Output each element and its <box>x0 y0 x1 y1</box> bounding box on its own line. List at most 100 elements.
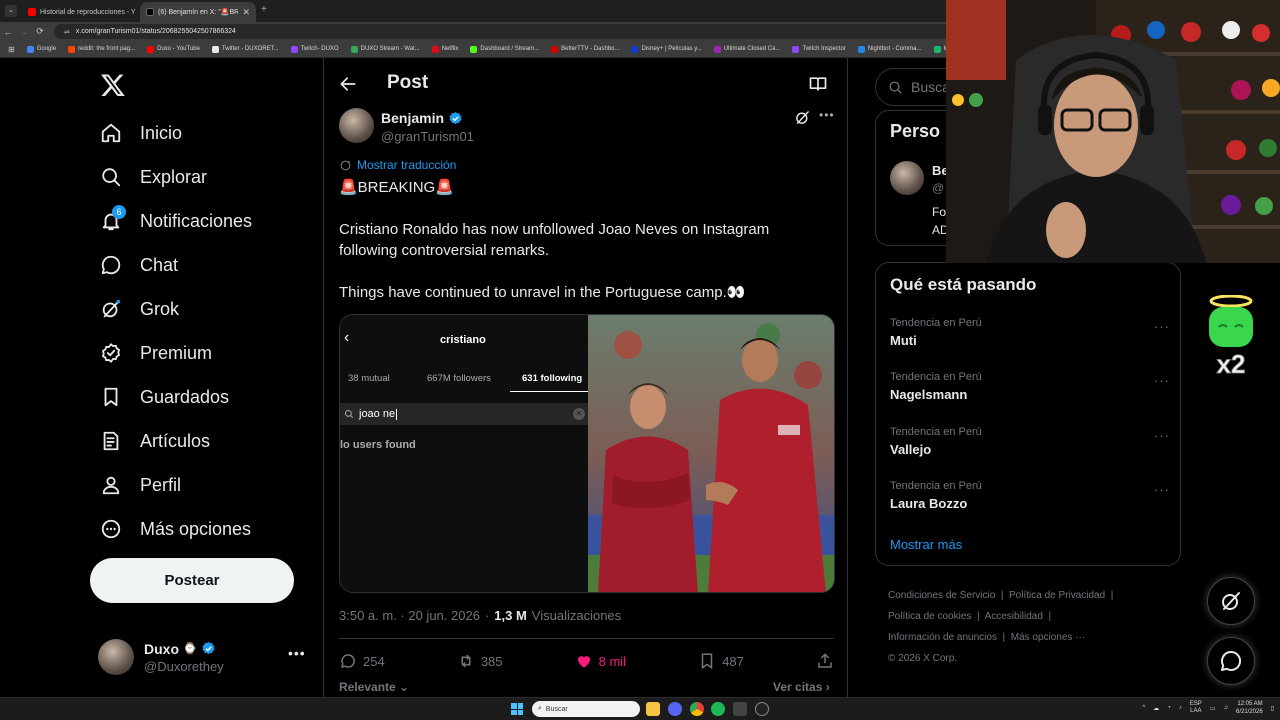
nav-item-explorar[interactable]: Explorar <box>88 157 207 197</box>
site-info-icon[interactable]: ⇌ <box>64 28 70 36</box>
nav-item-premium[interactable]: Premium <box>88 333 212 373</box>
trend-more-icon[interactable]: ··· <box>1154 373 1170 388</box>
author-name[interactable]: Benjamin <box>381 110 444 126</box>
chat-icon <box>101 255 121 275</box>
wifi-icon[interactable]: ◔ <box>1167 705 1171 711</box>
bookmark-item[interactable]: Twitch Inspector <box>792 45 846 53</box>
bookmark-item[interactable]: reddit: the front pag... <box>68 45 135 53</box>
back-arrow-icon[interactable] <box>338 74 358 94</box>
trend-more-icon[interactable]: ··· <box>1154 482 1170 497</box>
nav-item-mas-opciones[interactable]: Más opciones <box>88 509 251 549</box>
chrome-icon[interactable] <box>690 702 704 716</box>
trend-item[interactable]: Tendencia en Perú Muti ··· <box>890 317 1170 348</box>
insta-username: cristiano <box>440 334 486 346</box>
nav-item-articulos[interactable]: Artículos <box>88 421 210 461</box>
back-icon[interactable]: ← <box>0 27 16 37</box>
nav-item-guardados[interactable]: Guardados <box>88 377 229 417</box>
tab-youtube-history[interactable]: Historial de reproducciones - Y ✕ <box>22 2 140 22</box>
bookmark-item[interactable]: BetterTTV - Dashbo... <box>551 45 619 53</box>
reader-icon[interactable] <box>808 74 828 94</box>
repost-button[interactable]: 385 <box>457 652 503 670</box>
bookmark-favicon-icon <box>857 45 865 53</box>
reply-button[interactable]: 254 <box>339 652 385 670</box>
footer-links: Condiciones de Servicio | Política de Pr… <box>888 590 1114 664</box>
app-icon[interactable] <box>733 702 747 716</box>
share-icon[interactable] <box>816 652 834 670</box>
tab-x-post[interactable]: (6) Benjamín en X: "🚨BREAKING ✕ <box>140 2 256 22</box>
bookmark-item[interactable]: DUXO Stream - Wat... <box>350 45 420 53</box>
post-button[interactable]: Postear <box>90 558 294 603</box>
volume-icon[interactable]: ♪ <box>1179 705 1182 711</box>
footer-terms[interactable]: Condiciones de Servicio <box>888 590 995 601</box>
clock[interactable]: 12:05 AM 6/21/2026 <box>1236 700 1263 716</box>
search-icon <box>344 409 354 419</box>
trend-more-icon[interactable]: ··· <box>1154 428 1170 443</box>
display-icon[interactable]: ▭ <box>1210 705 1216 712</box>
grok-icon[interactable] <box>794 109 811 126</box>
language-indicator[interactable]: ESP LAA <box>1190 701 1202 715</box>
footer-accessibility[interactable]: Accesibilidad <box>985 611 1043 622</box>
nav-item-notificaciones[interactable]: 6 Notificaciones <box>88 201 252 241</box>
trend-more-icon[interactable]: ··· <box>1154 319 1170 334</box>
author-avatar[interactable] <box>339 108 374 143</box>
account-switcher[interactable]: Duxo ⌚ @Duxorethey ••• <box>98 635 313 679</box>
nav-item-inicio[interactable]: Inicio <box>88 113 182 153</box>
premium-icon <box>102 343 120 363</box>
nav-item-grok[interactable]: Grok <box>88 289 179 329</box>
file-explorer-icon[interactable] <box>646 702 660 716</box>
nav-item-chat[interactable]: Chat <box>88 245 178 285</box>
url-field[interactable]: ⇌ x.com/granTurism01/status/206825504250… <box>54 24 964 39</box>
chevron-up-icon[interactable]: ^ <box>1142 705 1145 711</box>
sticker-text: x2 <box>1217 349 1246 379</box>
x-logo-icon[interactable] <box>100 72 126 98</box>
bookmark-item[interactable]: Nightbot - Comma... <box>857 45 922 53</box>
close-icon[interactable]: ✕ <box>242 7 250 18</box>
relevance-filter[interactable]: Relevante ⌄ <box>339 680 409 694</box>
bookmark-item[interactable]: Duxo - YouTube <box>147 45 200 53</box>
search-icon <box>889 81 902 94</box>
tweet-media[interactable]: ‹ cristiano 38 mutual 667M followers 631… <box>339 314 835 593</box>
bookmark-icon <box>104 387 118 407</box>
post-timestamp[interactable]: 3:50 a. m. · 20 jun. 2026 <box>339 608 480 623</box>
notifications-icon[interactable]: ▯ <box>1271 705 1274 712</box>
speaker-icon[interactable]: ♫ <box>1223 705 1228 711</box>
bookmark-item[interactable]: Netflix <box>431 45 458 53</box>
person-avatar[interactable] <box>890 161 924 195</box>
taskbar-search[interactable]: ⌕ Buscar <box>532 701 640 717</box>
discord-icon[interactable] <box>668 702 682 716</box>
footer-cookies[interactable]: Política de cookies <box>888 611 971 622</box>
footer-more[interactable]: Más opciones ··· <box>1011 632 1085 643</box>
reload-icon[interactable]: ⟳ <box>32 26 48 37</box>
grok-floating-button[interactable] <box>1207 577 1255 625</box>
obs-icon[interactable] <box>755 702 769 716</box>
apps-icon[interactable]: ⊞ <box>8 45 15 54</box>
bookmark-item[interactable]: Google <box>26 45 56 53</box>
trend-item[interactable]: Tendencia en Perú Vallejo ··· <box>890 426 1170 457</box>
chat-floating-button[interactable] <box>1207 637 1255 685</box>
trend-item[interactable]: Tendencia en Perú Laura Bozzo ··· <box>890 480 1170 511</box>
post-more-icon[interactable]: ••• <box>819 108 835 122</box>
footer-privacy[interactable]: Política de Privacidad <box>1009 590 1105 601</box>
bookmark-button[interactable]: 487 <box>698 652 744 670</box>
trend-item[interactable]: Tendencia en Perú Nagelsmann ··· <box>890 371 1170 402</box>
author-handle[interactable]: @granTurism01 <box>381 129 474 144</box>
main-column: Post Benjamin @granTurism01 ••• Mostrar … <box>323 58 848 698</box>
bookmark-item[interactable]: Twitch- DUXO <box>290 45 339 53</box>
view-quotes-link[interactable]: Ver citas › <box>773 680 830 694</box>
forward-icon[interactable]: → <box>16 27 32 37</box>
nav-item-perfil[interactable]: Perfil <box>88 465 181 505</box>
cloud-icon[interactable]: ☁ <box>1153 705 1159 712</box>
footer-ads[interactable]: Información de anuncios <box>888 632 997 643</box>
start-button[interactable] <box>511 703 523 715</box>
spotify-icon[interactable] <box>711 702 725 716</box>
show-more-link[interactable]: Mostrar más <box>890 537 962 552</box>
bookmark-item[interactable]: Ultimate Closed Ca... <box>713 45 780 53</box>
bookmark-item[interactable]: Dashboard / Stream... <box>470 45 539 53</box>
translate-link[interactable]: Mostrar traducción <box>339 158 456 172</box>
bookmark-item[interactable]: Twitter - DUXORET... <box>211 45 279 53</box>
new-tab-button[interactable]: + <box>261 4 267 15</box>
like-button[interactable]: 8 mil <box>575 652 626 670</box>
tab-search-button[interactable]: ⌄ <box>5 5 17 17</box>
account-more-icon[interactable]: ••• <box>288 645 306 661</box>
bookmark-item[interactable]: Disney+ | Películas y... <box>631 45 702 53</box>
